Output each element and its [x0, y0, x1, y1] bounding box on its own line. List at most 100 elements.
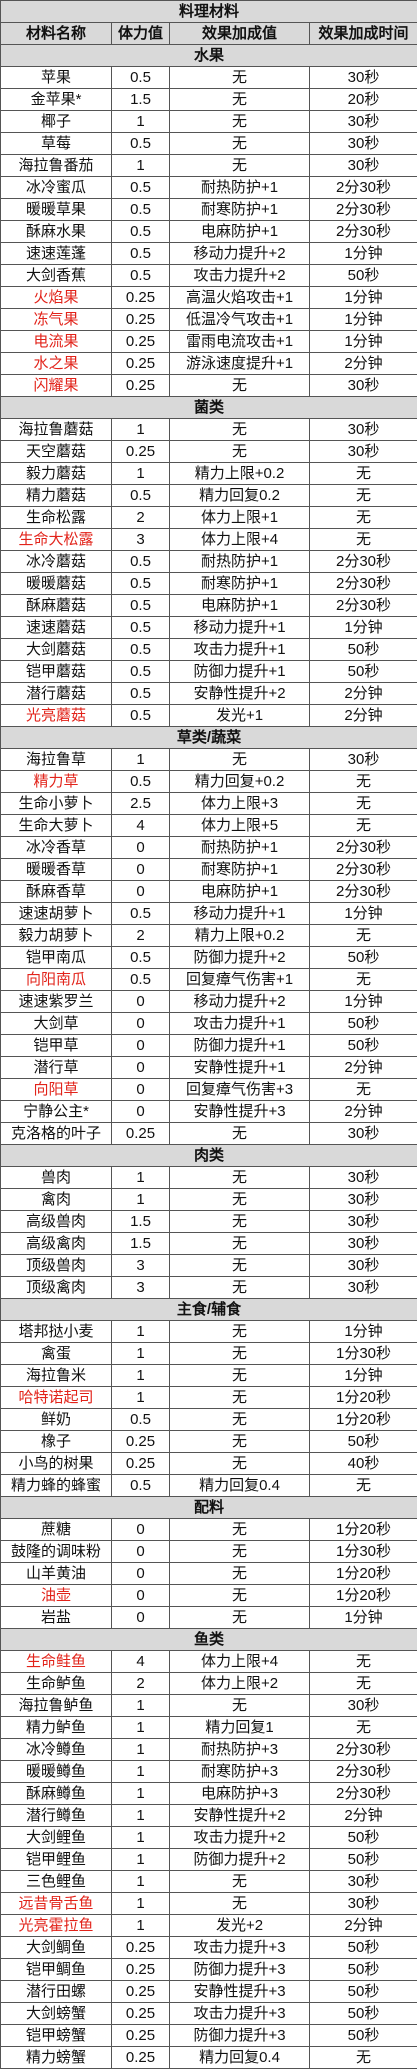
duration-cell: 2分30秒	[310, 1761, 417, 1783]
duration-cell: 50秒	[310, 1013, 417, 1035]
effect-cell: 防御力提升+2	[170, 1849, 310, 1871]
ingredient-name-cell: 潜行田螺	[1, 1981, 112, 2003]
duration-cell: 1分钟	[310, 1321, 417, 1343]
duration-cell: 30秒	[310, 1123, 417, 1145]
ingredient-name-cell: 生命鲑鱼	[1, 1651, 112, 1673]
duration-cell: 30秒	[310, 1255, 417, 1277]
duration-cell: 1分钟	[310, 331, 417, 353]
effect-cell: 无	[170, 1189, 310, 1211]
ingredient-name-cell: 火焰果	[1, 287, 112, 309]
effect-cell: 无	[170, 441, 310, 463]
ingredient-name-cell: 顶级禽肉	[1, 1277, 112, 1299]
effect-cell: 无	[170, 1167, 310, 1189]
table-row: 生命松露2体力上限+1无	[1, 507, 417, 529]
section-title: 草类/蔬菜	[1, 727, 417, 749]
ingredient-name-cell: 海拉鲁米	[1, 1365, 112, 1387]
stamina-cell: 1	[112, 1871, 170, 1893]
section-header-row: 鱼类	[1, 1629, 417, 1651]
table-row: 潜行田螺0.25安静性提升+350秒	[1, 1981, 417, 2003]
section-header-row: 草类/蔬菜	[1, 727, 417, 749]
duration-cell: 50秒	[310, 1959, 417, 1981]
table-row: 冰冷香草0耐热防护+12分30秒	[1, 837, 417, 859]
ingredient-name-cell: 精力螃蟹	[1, 2047, 112, 2069]
ingredient-name-cell: 三色鲤鱼	[1, 1871, 112, 1893]
table-row: 生命大萝卜4体力上限+5无	[1, 815, 417, 837]
ingredient-name-cell: 宁静公主*	[1, 1101, 112, 1123]
effect-cell: 体力上限+2	[170, 1673, 310, 1695]
stamina-cell: 0.25	[112, 2003, 170, 2025]
ingredient-name-cell: 光亮蘑菇	[1, 705, 112, 727]
stamina-cell: 0.5	[112, 617, 170, 639]
duration-cell: 2分30秒	[310, 551, 417, 573]
ingredients-table-body: 料理材料 材料名称 体力值 效果加成值 效果加成时间 水果苹果0.5无30秒金苹…	[1, 1, 417, 2069]
ingredients-table: 料理材料 材料名称 体力值 效果加成值 效果加成时间 水果苹果0.5无30秒金苹…	[0, 0, 417, 2069]
duration-cell: 1分20秒	[310, 1409, 417, 1431]
section-header-row: 肉类	[1, 1145, 417, 1167]
stamina-cell: 1	[112, 1783, 170, 1805]
ingredient-name-cell: 毅力蘑菇	[1, 463, 112, 485]
table-row: 冰冷蜜瓜0.5耐热防护+12分30秒	[1, 177, 417, 199]
effect-cell: 攻击力提升+1	[170, 1013, 310, 1035]
table-row: 塔邦挞小麦1无1分钟	[1, 1321, 417, 1343]
table-row: 光亮霍拉鱼1发光+22分钟	[1, 1915, 417, 1937]
duration-cell: 2分30秒	[310, 221, 417, 243]
ingredient-name-cell: 铠甲蘑菇	[1, 661, 112, 683]
table-row: 酥麻鳟鱼1电麻防护+32分30秒	[1, 1783, 417, 1805]
table-row: 暖暖香草0耐寒防护+12分30秒	[1, 859, 417, 881]
table-row: 禽蛋1无1分30秒	[1, 1343, 417, 1365]
table-row: 精力草0.5精力回复+0.2无	[1, 771, 417, 793]
duration-cell: 无	[310, 463, 417, 485]
stamina-cell: 0	[112, 1079, 170, 1101]
ingredient-name-cell: 精力草	[1, 771, 112, 793]
ingredient-name-cell: 岩盐	[1, 1607, 112, 1629]
effect-cell: 无	[170, 1409, 310, 1431]
stamina-cell: 3	[112, 529, 170, 551]
table-row: 电流果0.25雷雨电流攻击+11分钟	[1, 331, 417, 353]
table-row: 冰冷蘑菇0.5耐热防护+12分30秒	[1, 551, 417, 573]
stamina-cell: 4	[112, 1651, 170, 1673]
ingredient-name-cell: 冰冷鳟鱼	[1, 1739, 112, 1761]
duration-cell: 1分钟	[310, 287, 417, 309]
duration-cell: 50秒	[310, 639, 417, 661]
stamina-cell: 1	[112, 419, 170, 441]
table-row: 大剑草0攻击力提升+150秒	[1, 1013, 417, 1035]
table-row: 酥麻水果0.5电麻防护+12分30秒	[1, 221, 417, 243]
table-row: 顶级禽肉3无30秒	[1, 1277, 417, 1299]
stamina-cell: 0.25	[112, 1959, 170, 1981]
duration-cell: 2分30秒	[310, 177, 417, 199]
stamina-cell: 0	[112, 881, 170, 903]
section-title: 水果	[1, 45, 417, 67]
effect-cell: 无	[170, 419, 310, 441]
stamina-cell: 1	[112, 1827, 170, 1849]
ingredient-name-cell: 海拉鲁番茄	[1, 155, 112, 177]
table-row: 暖暖蘑菇0.5耐寒防护+12分30秒	[1, 573, 417, 595]
stamina-cell: 1	[112, 1761, 170, 1783]
ingredient-name-cell: 暖暖草果	[1, 199, 112, 221]
table-row: 暖暖草果0.5耐寒防护+12分30秒	[1, 199, 417, 221]
stamina-cell: 0.25	[112, 309, 170, 331]
duration-cell: 无	[310, 507, 417, 529]
header-effect: 效果加成值	[170, 23, 310, 45]
stamina-cell: 1	[112, 1739, 170, 1761]
stamina-cell: 1	[112, 1915, 170, 1937]
stamina-cell: 0.5	[112, 639, 170, 661]
duration-cell: 无	[310, 485, 417, 507]
effect-cell: 无	[170, 375, 310, 397]
duration-cell: 2分30秒	[310, 595, 417, 617]
table-row: 海拉鲁番茄1无30秒	[1, 155, 417, 177]
stamina-cell: 0	[112, 1563, 170, 1585]
stamina-cell: 0.5	[112, 771, 170, 793]
effect-cell: 无	[170, 1585, 310, 1607]
table-row: 精力蘑菇0.5精力回复0.2无	[1, 485, 417, 507]
stamina-cell: 3	[112, 1277, 170, 1299]
table-row: 生命鲈鱼2体力上限+2无	[1, 1673, 417, 1695]
effect-cell: 无	[170, 1233, 310, 1255]
ingredient-name-cell: 高级兽肉	[1, 1211, 112, 1233]
effect-cell: 无	[170, 67, 310, 89]
duration-cell: 40秒	[310, 1453, 417, 1475]
stamina-cell: 0.25	[112, 1981, 170, 2003]
ingredient-name-cell: 暖暖香草	[1, 859, 112, 881]
ingredient-name-cell: 冰冷香草	[1, 837, 112, 859]
ingredient-name-cell: 高级禽肉	[1, 1233, 112, 1255]
stamina-cell: 0.5	[112, 1475, 170, 1497]
